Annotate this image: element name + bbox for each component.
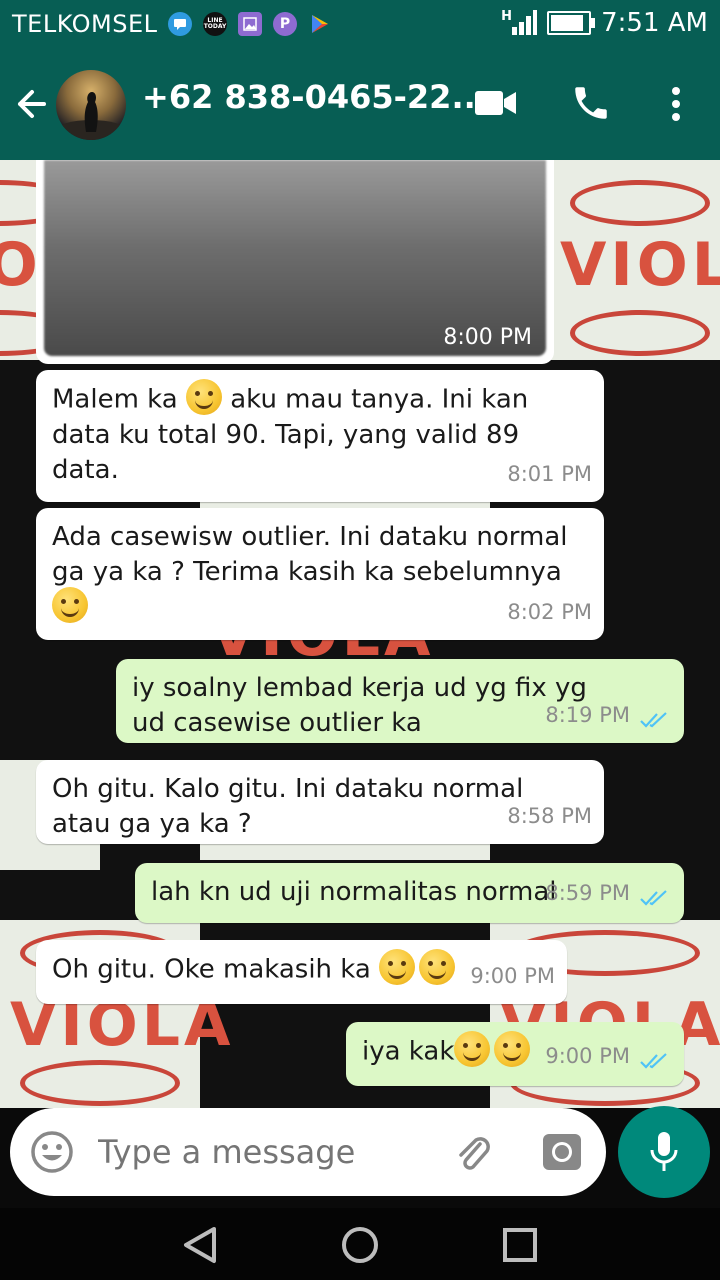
emoji-icon[interactable]: [30, 1130, 74, 1178]
contact-name[interactable]: +62 838-0465-22...: [142, 78, 488, 116]
message-text: Oh gitu. Oke makasih ka: [52, 949, 472, 988]
read-ticks-icon: [640, 890, 667, 906]
outgoing-message[interactable]: iy soalny lembad kerja ud yg fix yg ud c…: [116, 659, 684, 743]
message-text: iy soalny lembad kerja ud yg fix yg ud c…: [132, 673, 587, 738]
message-time: 8:01 PM: [507, 462, 592, 486]
home-nav-icon[interactable]: [340, 1226, 380, 1268]
smiling-face-emoji: [379, 949, 416, 985]
grinning-face-emoji: [419, 949, 456, 985]
signal-icon: H: [501, 9, 538, 37]
message-input-bar: [10, 1108, 606, 1196]
p-app-icon: P: [273, 12, 297, 36]
carrier-name: TELKOMSEL: [12, 10, 158, 38]
incoming-message[interactable]: Malem ka aku mau tanya. Ini kan data ku …: [36, 370, 604, 502]
message-time: 8:19 PM: [545, 703, 630, 727]
incoming-message[interactable]: Oh gitu. Kalo gitu. Ini dataku normal at…: [36, 760, 604, 844]
smiling-face-emoji: [185, 379, 222, 415]
line-today-icon: LINE TODAY: [203, 12, 227, 36]
more-options-icon[interactable]: [668, 86, 684, 126]
message-time: 8:58 PM: [507, 804, 592, 828]
navigation-bar: [0, 1208, 720, 1280]
battery-icon: [547, 11, 596, 35]
image-message[interactable]: 8:00 PM: [36, 160, 554, 364]
message-time: 8:00 PM: [443, 325, 532, 350]
grinning-face-emoji: [52, 587, 88, 623]
chat-notification-icon: [168, 12, 192, 36]
message-input[interactable]: [96, 1132, 430, 1172]
outgoing-message[interactable]: iya kak 9:00 PM: [346, 1022, 684, 1086]
message-time: 9:00 PM: [545, 1044, 630, 1068]
read-ticks-icon: [640, 1053, 667, 1069]
attach-icon[interactable]: [450, 1130, 494, 1178]
notification-icons: LINE TODAY P: [168, 12, 332, 36]
mic-button[interactable]: [618, 1106, 710, 1198]
video-call-icon[interactable]: [474, 88, 518, 122]
incoming-message[interactable]: Ada casewisw outlier. Ini dataku normal …: [36, 508, 604, 640]
avatar[interactable]: [56, 70, 126, 140]
message-time: 8:02 PM: [507, 600, 592, 624]
gallery-icon: [238, 12, 262, 36]
mic-icon: [650, 1132, 678, 1171]
status-right: H 7:51 AM: [501, 8, 708, 38]
clock: 7:51 AM: [601, 8, 708, 38]
message-text: iya kak: [362, 1031, 531, 1070]
message-time: 9:00 PM: [470, 964, 555, 988]
chat-header: +62 838-0465-22...: [0, 48, 720, 160]
back-arrow-icon[interactable]: [14, 84, 50, 124]
message-text: lah kn ud uji normalitas normal: [151, 877, 557, 907]
camera-icon[interactable]: [540, 1130, 584, 1178]
recents-nav-icon[interactable]: [502, 1227, 538, 1267]
status-bar: TELKOMSEL LINE TODAY P H 7:51 AM: [0, 0, 720, 48]
read-ticks-icon: [640, 712, 667, 728]
outgoing-message[interactable]: lah kn ud uji normalitas normal 8:59 PM: [135, 863, 684, 923]
incoming-message[interactable]: Oh gitu. Oke makasih ka 9:00 PM: [36, 940, 567, 1004]
smiling-face-emoji: [454, 1031, 491, 1067]
back-nav-icon[interactable]: [180, 1226, 220, 1268]
message-time: 8:59 PM: [545, 881, 630, 905]
voice-call-icon[interactable]: [570, 82, 612, 128]
play-store-icon: [308, 12, 332, 36]
chat-area[interactable]: VIOLA VIOLA VIOLA VIOLA VIOLA 8:00 PM Ma…: [0, 160, 720, 1108]
smiling-face-emoji: [494, 1031, 531, 1067]
message-text: Oh gitu. Kalo gitu. Ini dataku normal at…: [52, 774, 524, 839]
